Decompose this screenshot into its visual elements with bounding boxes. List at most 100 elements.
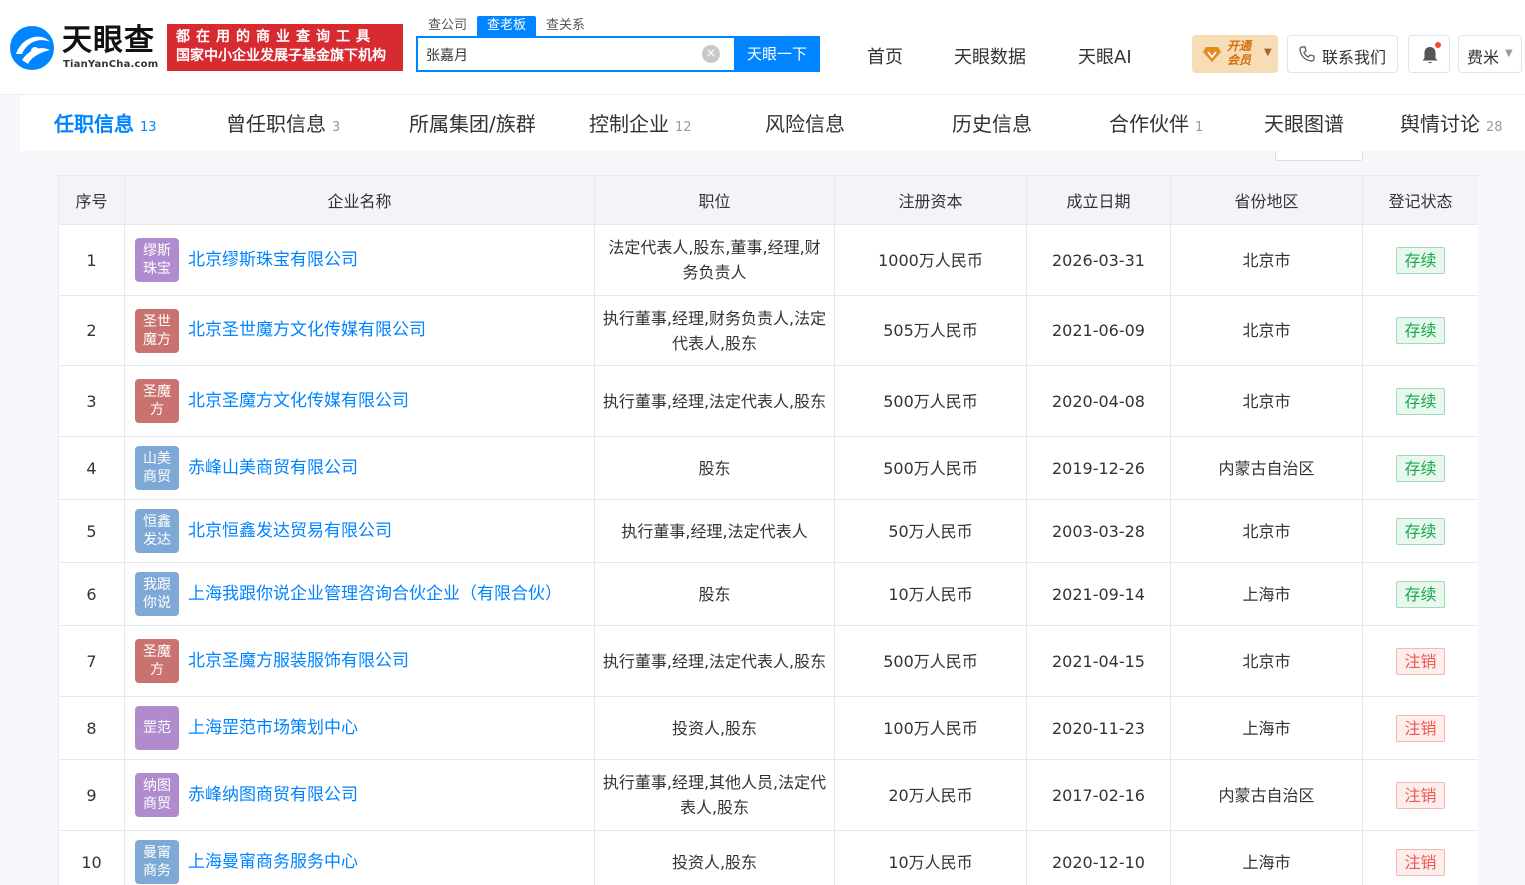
company-logo[interactable]: 我跟 你说 bbox=[135, 572, 179, 616]
table-row[interactable]: 6 我跟 你说 上海我跟你说企业管理咨询合伙企业（有限合伙） 股东 10万人民币 2021… bbox=[58, 562, 1478, 626]
company-name-wrap: 罡范 上海罡范市场策划中心 bbox=[135, 706, 588, 750]
company-name-link[interactable]: 赤峰山美商贸有限公司 bbox=[188, 456, 358, 481]
table-row[interactable]: 3 圣魔方 北京圣魔方文化传媒有限公司 执行董事,经理,法定代表人,股东 500万人民币… bbox=[58, 365, 1478, 437]
capital-cell: 10万人民币 bbox=[834, 830, 1027, 885]
position-cell: 执行董事,经理,法定代表人 bbox=[594, 499, 835, 563]
tab-current-positions[interactable]: 任职信息 13 bbox=[54, 108, 157, 137]
company-name-wrap: 圣世 魔方 北京圣世魔方文化传媒有限公司 bbox=[135, 308, 588, 353]
company-cell: 恒鑫 发达 北京恒鑫发达贸易有限公司 bbox=[124, 499, 595, 563]
company-name-wrap: 恒鑫 发达 北京恒鑫发达贸易有限公司 bbox=[135, 509, 588, 553]
region-cell: 北京市 bbox=[1170, 499, 1363, 563]
region-cell: 北京市 bbox=[1170, 365, 1363, 437]
tab-label: 曾任职信息 bbox=[226, 112, 326, 136]
status-cell: 存续 bbox=[1362, 224, 1478, 296]
header-position: 职位 bbox=[594, 175, 835, 225]
slogan-line-1: 都在用的商业查询工具 bbox=[176, 29, 376, 45]
tianyancha-logo[interactable]: 天眼查 TianYanCha.com bbox=[8, 24, 160, 74]
search-button[interactable]: 天眼一下 bbox=[734, 36, 820, 72]
company-name-link[interactable]: 北京圣魔方文化传媒有限公司 bbox=[188, 389, 409, 414]
company-cell: 圣魔方 北京圣魔方服装服饰有限公司 bbox=[124, 625, 595, 697]
company-logo[interactable]: 罡范 bbox=[135, 706, 179, 750]
position-cell: 股东 bbox=[594, 436, 835, 500]
status-badge: 注销 bbox=[1396, 848, 1445, 876]
capital-cell: 50万人民币 bbox=[834, 499, 1027, 563]
company-logo[interactable]: 山美 商贸 bbox=[135, 446, 179, 490]
slogan-line-2: 国家中小企业发展子基金旗下机构 bbox=[176, 48, 386, 64]
tab-count: 12 bbox=[675, 120, 692, 135]
company-name-link[interactable]: 北京圣世魔方文化传媒有限公司 bbox=[188, 318, 426, 343]
status-badge: 存续 bbox=[1396, 387, 1445, 415]
position-cell: 执行董事,经理,法定代表人,股东 bbox=[594, 625, 835, 697]
header-status: 登记状态 bbox=[1362, 175, 1478, 225]
date-cell: 2021-04-15 bbox=[1026, 625, 1171, 697]
company-name-link[interactable]: 上海罡范市场策划中心 bbox=[188, 716, 358, 741]
clear-icon[interactable]: × bbox=[702, 45, 720, 63]
table-row[interactable]: 2 圣世 魔方 北京圣世魔方文化传媒有限公司 执行董事,经理,财务负责人,法定代表人,… bbox=[58, 295, 1478, 366]
filter-dropdown[interactable] bbox=[1275, 151, 1363, 161]
company-logo[interactable]: 曼甯 商务 bbox=[135, 840, 179, 884]
date-cell: 2021-06-09 bbox=[1026, 295, 1171, 366]
company-name-link[interactable]: 北京缪斯珠宝有限公司 bbox=[188, 248, 358, 273]
status-cell: 存续 bbox=[1362, 295, 1478, 366]
company-name-link[interactable]: 北京恒鑫发达贸易有限公司 bbox=[188, 519, 392, 544]
tab-group[interactable]: 所属集团/族群 bbox=[409, 108, 536, 137]
company-logo[interactable]: 圣魔方 bbox=[135, 639, 179, 683]
tab-partners[interactable]: 合作伙伴 1 bbox=[1109, 108, 1203, 137]
tab-count: 1 bbox=[1195, 120, 1204, 135]
company-name-link[interactable]: 赤峰纳图商贸有限公司 bbox=[188, 783, 358, 808]
search-input[interactable] bbox=[426, 45, 686, 65]
status-badge: 存续 bbox=[1396, 317, 1445, 344]
company-name-link[interactable]: 上海我跟你说企业管理咨询合伙企业（有限合伙） bbox=[188, 582, 562, 607]
search-tab-boss[interactable]: 查老板 bbox=[477, 16, 537, 36]
nav-home[interactable]: 首页 bbox=[867, 43, 903, 69]
capital-cell: 20万人民币 bbox=[834, 759, 1027, 831]
status-cell: 注销 bbox=[1362, 625, 1478, 697]
company-logo[interactable]: 恒鑫 发达 bbox=[135, 509, 179, 553]
table-row[interactable]: 7 圣魔方 北京圣魔方服装服饰有限公司 执行董事,经理,法定代表人,股东 500万人民币… bbox=[58, 625, 1478, 697]
tab-former-positions[interactable]: 曾任职信息 3 bbox=[226, 108, 340, 137]
company-name-link[interactable]: 北京圣魔方服装服饰有限公司 bbox=[188, 649, 409, 674]
table-row[interactable]: 5 恒鑫 发达 北京恒鑫发达贸易有限公司 执行董事,经理,法定代表人 50万人民币 200… bbox=[58, 499, 1478, 563]
tab-public-opinion[interactable]: 舆情讨论 28 bbox=[1400, 108, 1503, 137]
table-row[interactable]: 9 纳图 商贸 赤峰纳图商贸有限公司 执行董事,经理,其他人员,法定代表人,股东 20万… bbox=[58, 759, 1478, 831]
company-name-link[interactable]: 上海曼甯商务服务中心 bbox=[188, 850, 358, 875]
status-cell: 注销 bbox=[1362, 759, 1478, 831]
status-cell: 存续 bbox=[1362, 499, 1478, 563]
contact-button[interactable]: 联系我们 bbox=[1287, 35, 1398, 73]
date-cell: 2003-03-28 bbox=[1026, 499, 1171, 563]
status-cell: 存续 bbox=[1362, 436, 1478, 500]
search-tab-relation[interactable]: 查关系 bbox=[536, 16, 595, 36]
tab-label: 舆情讨论 bbox=[1400, 112, 1480, 136]
tab-history[interactable]: 历史信息 bbox=[952, 108, 1032, 137]
tab-risk-info[interactable]: 风险信息 bbox=[765, 108, 845, 137]
user-menu[interactable]: 费米 ▼ bbox=[1458, 35, 1522, 73]
search-box: × bbox=[416, 36, 734, 72]
vip-button[interactable]: 开通 会员 ▼ bbox=[1192, 35, 1278, 73]
diamond-icon bbox=[1203, 47, 1221, 62]
company-name-wrap: 圣魔方 北京圣魔方文化传媒有限公司 bbox=[135, 379, 588, 423]
row-index: 4 bbox=[58, 436, 125, 500]
company-logo[interactable]: 圣世 魔方 bbox=[135, 308, 179, 353]
row-index: 9 bbox=[58, 759, 125, 831]
nav-tianyan-data[interactable]: 天眼数据 bbox=[954, 43, 1026, 69]
nav-tianyan-ai[interactable]: 天眼AI bbox=[1078, 43, 1132, 69]
contact-label: 联系我们 bbox=[1322, 48, 1387, 67]
tab-label: 合作伙伴 bbox=[1109, 112, 1189, 136]
company-cell: 纳图 商贸 赤峰纳图商贸有限公司 bbox=[124, 759, 595, 831]
tab-count: 28 bbox=[1486, 120, 1503, 135]
company-name-wrap: 缪斯 珠宝 北京缪斯珠宝有限公司 bbox=[135, 238, 588, 282]
search-tab-company[interactable]: 查公司 bbox=[418, 16, 477, 36]
company-logo[interactable]: 圣魔方 bbox=[135, 379, 179, 423]
company-cell: 山美 商贸 赤峰山美商贸有限公司 bbox=[124, 436, 595, 500]
company-logo[interactable]: 缪斯 珠宝 bbox=[135, 238, 179, 282]
company-name-wrap: 圣魔方 北京圣魔方服装服饰有限公司 bbox=[135, 639, 588, 683]
table-row[interactable]: 10 曼甯 商务 上海曼甯商务服务中心 投资人,股东 10万人民币 2020-12-10 上… bbox=[58, 830, 1478, 885]
table-row[interactable]: 1 缪斯 珠宝 北京缪斯珠宝有限公司 法定代表人,股东,董事,经理,财务负责人 1000… bbox=[58, 224, 1478, 296]
row-index: 2 bbox=[58, 295, 125, 366]
notification-button[interactable] bbox=[1408, 35, 1450, 73]
table-row[interactable]: 8 罡范 上海罡范市场策划中心 投资人,股东 100万人民币 2020-11-23 上海市注… bbox=[58, 696, 1478, 760]
table-row[interactable]: 4 山美 商贸 赤峰山美商贸有限公司 股东 500万人民币 2019-12-26 内蒙古自治… bbox=[58, 436, 1478, 500]
tab-controlled-companies[interactable]: 控制企业 12 bbox=[589, 108, 692, 137]
company-logo[interactable]: 纳图 商贸 bbox=[135, 773, 179, 817]
tab-graph[interactable]: 天眼图谱 bbox=[1264, 108, 1344, 137]
